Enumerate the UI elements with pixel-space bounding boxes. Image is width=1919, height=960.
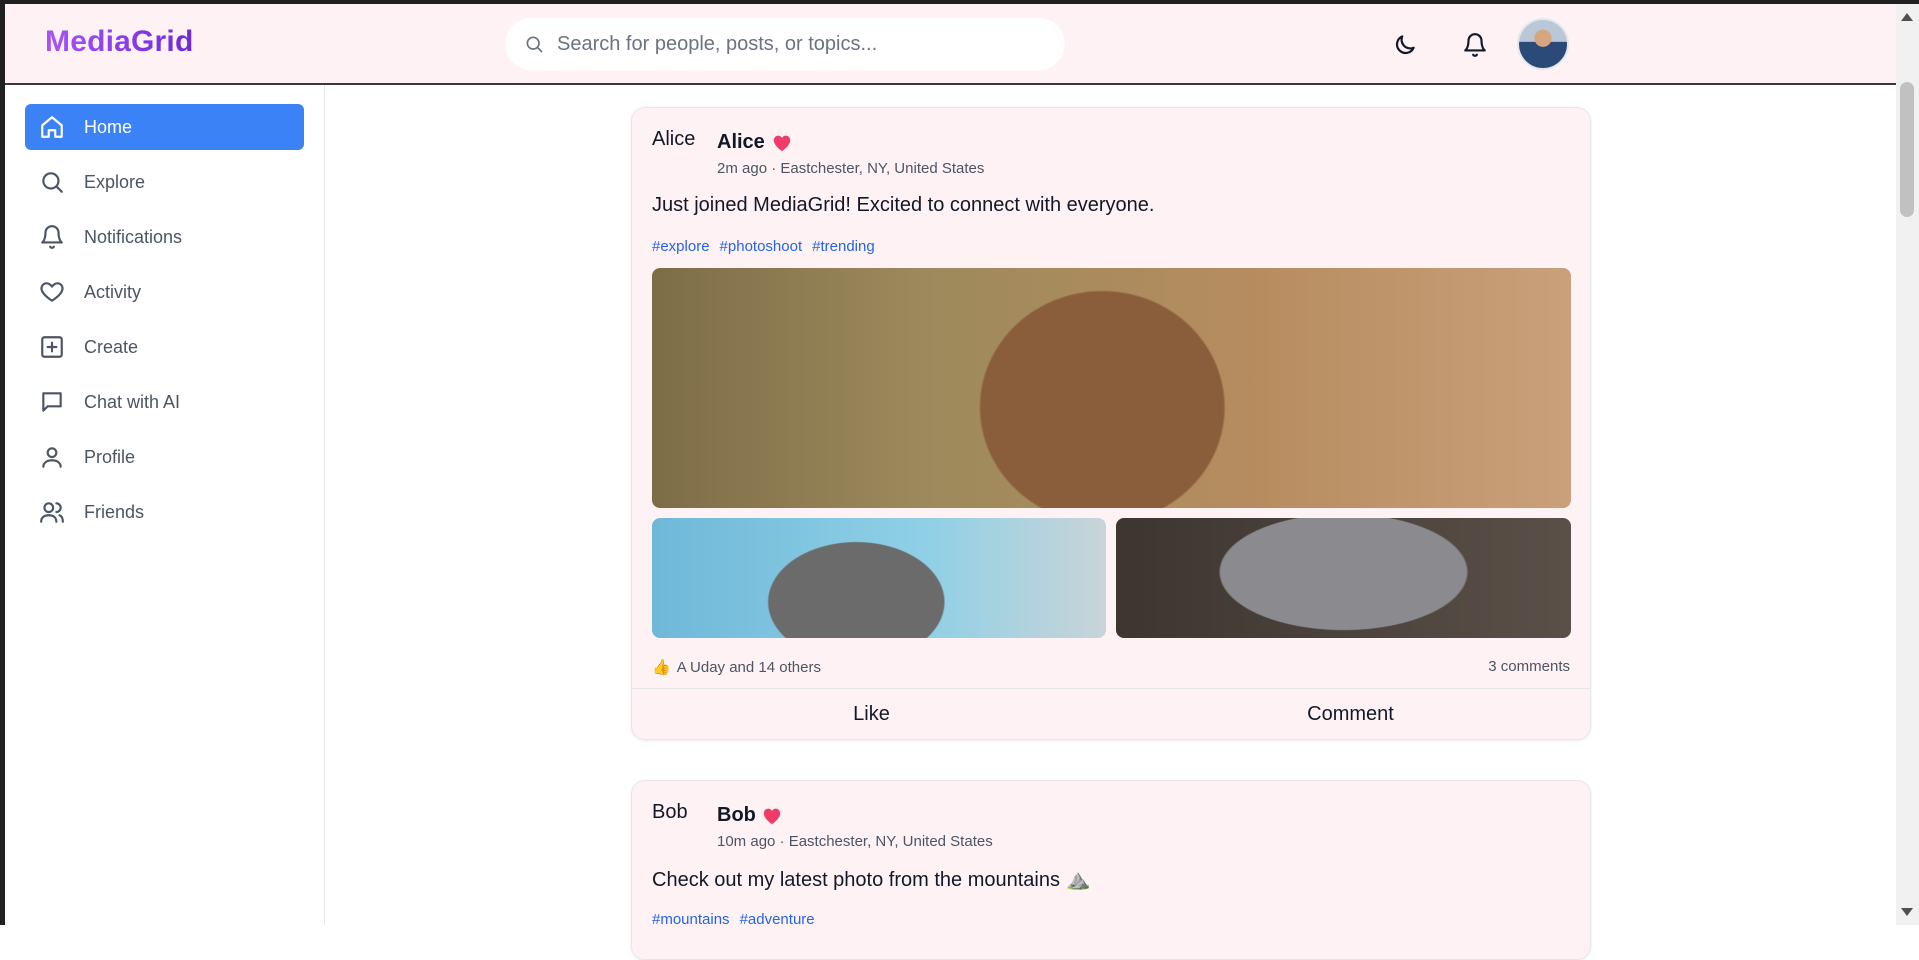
search-icon (42, 172, 63, 193)
search-input[interactable] (555, 18, 1045, 70)
post-tags: #mountains #adventure (652, 911, 815, 928)
home-icon (41, 116, 63, 138)
sidebar-item-create[interactable]: Create (25, 324, 304, 370)
post-text: Just joined MediaGrid! Excited to connec… (652, 194, 1155, 216)
sidebar-item-friends[interactable]: Friends (25, 489, 304, 535)
sidebar-item-explore[interactable]: Explore (25, 159, 304, 205)
moon-icon[interactable] (1392, 32, 1418, 58)
like-button[interactable]: Like (632, 689, 1111, 739)
post-image-owl[interactable] (652, 268, 1571, 508)
sidebar-item-label: Activity (84, 281, 142, 302)
post-card: Alice Alice 2m ago · Eastchester, NY, Un… (631, 107, 1591, 740)
post-meta: 2m ago · Eastchester, NY, United States (717, 160, 985, 177)
comments-count[interactable]: 3 comments (1488, 658, 1570, 675)
search-bar[interactable] (505, 18, 1065, 70)
post-image-animal[interactable] (1116, 518, 1571, 638)
hashtag-link[interactable]: #mountains (652, 911, 730, 928)
sidebar-item-label: Notifications (84, 226, 183, 247)
author-name[interactable]: Alice (717, 131, 765, 154)
sidebar-item-label: Home (84, 116, 133, 137)
hashtag-link[interactable]: #adventure (740, 911, 815, 928)
thumbs-up-icon: 👍 (652, 659, 671, 676)
hashtag-link[interactable]: #trending (812, 238, 875, 255)
hashtag-link[interactable]: #photoshoot (720, 238, 803, 255)
heart-icon (763, 808, 781, 825)
post-text: Check out my latest photo from the mount… (652, 869, 1091, 891)
scroll-down-arrow-icon[interactable] (1901, 908, 1913, 916)
top-header: MediaGrid (5, 4, 1896, 85)
app-logo[interactable]: MediaGrid (45, 25, 194, 59)
user-avatar[interactable] (1517, 18, 1569, 70)
sidebar-item-label: Friends (84, 501, 145, 522)
sidebar-item-label: Explore (84, 171, 146, 192)
author-avatar[interactable]: Bob (652, 801, 698, 847)
scroll-thumb[interactable] (1900, 82, 1914, 217)
plus-square-icon (41, 336, 63, 358)
hashtag-link[interactable]: #explore (652, 238, 710, 255)
sidebar-item-label: Profile (84, 446, 136, 467)
bell-icon[interactable] (1462, 32, 1488, 58)
heart-icon (40, 282, 64, 302)
page-scrollbar[interactable] (1896, 4, 1919, 925)
sidebar-item-profile[interactable]: Profile (25, 434, 304, 480)
scroll-up-arrow-icon[interactable] (1901, 13, 1913, 21)
sidebar-item-notifications[interactable]: Notifications (25, 214, 304, 260)
user-icon (42, 447, 62, 468)
sidebar-item-activity[interactable]: Activity (25, 269, 304, 315)
author-name[interactable]: Bob (717, 804, 756, 827)
sidebar-item-home[interactable]: Home (25, 104, 304, 150)
search-icon (526, 36, 543, 53)
post-meta: 10m ago · Eastchester, NY, United States (717, 833, 993, 850)
post-card: Bob Bob 10m ago · Eastchester, NY, Unite… (631, 780, 1591, 960)
users-icon (40, 502, 64, 523)
sidebar-item-label: Chat with AI (84, 391, 181, 412)
heart-icon (773, 135, 791, 152)
post-actions: Like Comment (632, 688, 1590, 739)
sidebar-item-label: Create (84, 336, 139, 357)
bell-icon (41, 225, 63, 249)
comment-button[interactable]: Comment (1111, 689, 1590, 739)
likes-summary[interactable]: 👍 A Uday and 14 others (652, 658, 821, 677)
post-tags: #explore #photoshoot #trending (652, 238, 875, 255)
sidebar: Home Explore Notifications Activity Crea… (5, 85, 325, 925)
likes-text: A Uday and 14 others (676, 658, 821, 676)
author-avatar[interactable]: Alice (652, 128, 698, 174)
chat-icon (42, 392, 62, 412)
post-image-bird[interactable] (652, 518, 1106, 638)
sidebar-item-chat-with-ai[interactable]: Chat with AI (25, 379, 304, 425)
